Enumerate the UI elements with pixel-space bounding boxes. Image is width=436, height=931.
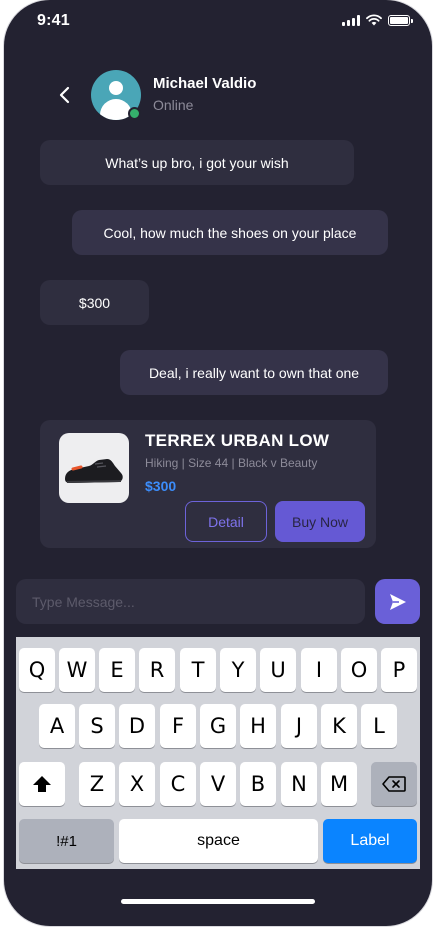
key-a[interactable]: A <box>39 704 75 748</box>
message-incoming[interactable]: What’s up bro, i got your wish <box>40 140 354 185</box>
action-key[interactable]: Label <box>323 819 417 863</box>
message-input-placeholder: Type Message... <box>32 593 135 610</box>
back-chevron-icon[interactable] <box>54 82 76 108</box>
product-price: $300 <box>145 478 177 494</box>
key-v[interactable]: V <box>200 762 236 806</box>
key-q[interactable]: Q <box>19 648 55 692</box>
contact-status: Online <box>153 97 194 113</box>
key-j[interactable]: J <box>281 704 317 748</box>
send-icon <box>389 593 406 610</box>
detail-button[interactable]: Detail <box>185 501 267 542</box>
product-image[interactable] <box>59 433 129 503</box>
key-d[interactable]: D <box>119 704 155 748</box>
product-card[interactable]: TERREX URBAN LOW Hiking | Size 44 | Blac… <box>40 420 376 548</box>
message-outgoing[interactable]: Cool, how much the shoes on your place <box>72 210 388 255</box>
status-icons <box>342 14 413 26</box>
contact-name: Michael Valdio <box>153 75 257 92</box>
buy-now-button[interactable]: Buy Now <box>275 501 365 542</box>
key-s[interactable]: S <box>79 704 115 748</box>
message-outgoing[interactable]: Deal, i really want to own that one <box>120 350 388 395</box>
backspace-icon <box>382 776 406 792</box>
key-z[interactable]: Z <box>79 762 115 806</box>
key-x[interactable]: X <box>119 762 155 806</box>
key-o[interactable]: O <box>341 648 377 692</box>
avatar-head <box>109 81 123 95</box>
send-button[interactable] <box>375 579 420 624</box>
wifi-icon <box>366 14 382 26</box>
key-k[interactable]: K <box>321 704 357 748</box>
key-y[interactable]: Y <box>220 648 256 692</box>
shift-key[interactable] <box>19 762 65 806</box>
battery-icon <box>388 14 413 26</box>
message-incoming[interactable]: $300 <box>40 280 149 325</box>
cellular-signal-icon <box>342 14 360 26</box>
key-t[interactable]: T <box>180 648 216 692</box>
message-text: $300 <box>78 294 111 311</box>
product-meta: Hiking | Size 44 | Black v Beauty <box>145 456 318 470</box>
key-e[interactable]: E <box>99 648 135 692</box>
key-h[interactable]: H <box>240 704 276 748</box>
key-i[interactable]: I <box>301 648 337 692</box>
keyboard: Q W E R T Y U I O P A S D F G H J K L Z … <box>16 637 420 869</box>
key-p[interactable]: P <box>381 648 417 692</box>
shoe-icon <box>65 459 123 483</box>
space-key[interactable]: space <box>119 819 318 863</box>
key-g[interactable]: G <box>200 704 236 748</box>
numbers-key[interactable]: !#1 <box>19 819 114 863</box>
shift-icon <box>33 776 51 792</box>
message-text: Cool, how much the shoes on your place <box>103 224 357 241</box>
key-u[interactable]: U <box>260 648 296 692</box>
key-l[interactable]: L <box>361 704 397 748</box>
message-text: Deal, i really want to own that one <box>148 364 360 381</box>
home-indicator[interactable] <box>121 899 315 904</box>
online-indicator <box>128 107 141 120</box>
phone-frame: 9:41 Michael Valdio Online What’s up bro… <box>4 0 432 926</box>
status-time: 9:41 <box>37 12 70 29</box>
key-c[interactable]: C <box>160 762 196 806</box>
message-input[interactable]: Type Message... <box>16 579 365 624</box>
key-m[interactable]: M <box>321 762 357 806</box>
backspace-key[interactable] <box>371 762 417 806</box>
message-text: What’s up bro, i got your wish <box>105 154 289 171</box>
key-n[interactable]: N <box>281 762 317 806</box>
avatar-body <box>100 99 132 120</box>
product-title: TERREX URBAN LOW <box>145 431 330 450</box>
key-r[interactable]: R <box>139 648 175 692</box>
key-f[interactable]: F <box>160 704 196 748</box>
key-w[interactable]: W <box>59 648 95 692</box>
key-b[interactable]: B <box>240 762 276 806</box>
